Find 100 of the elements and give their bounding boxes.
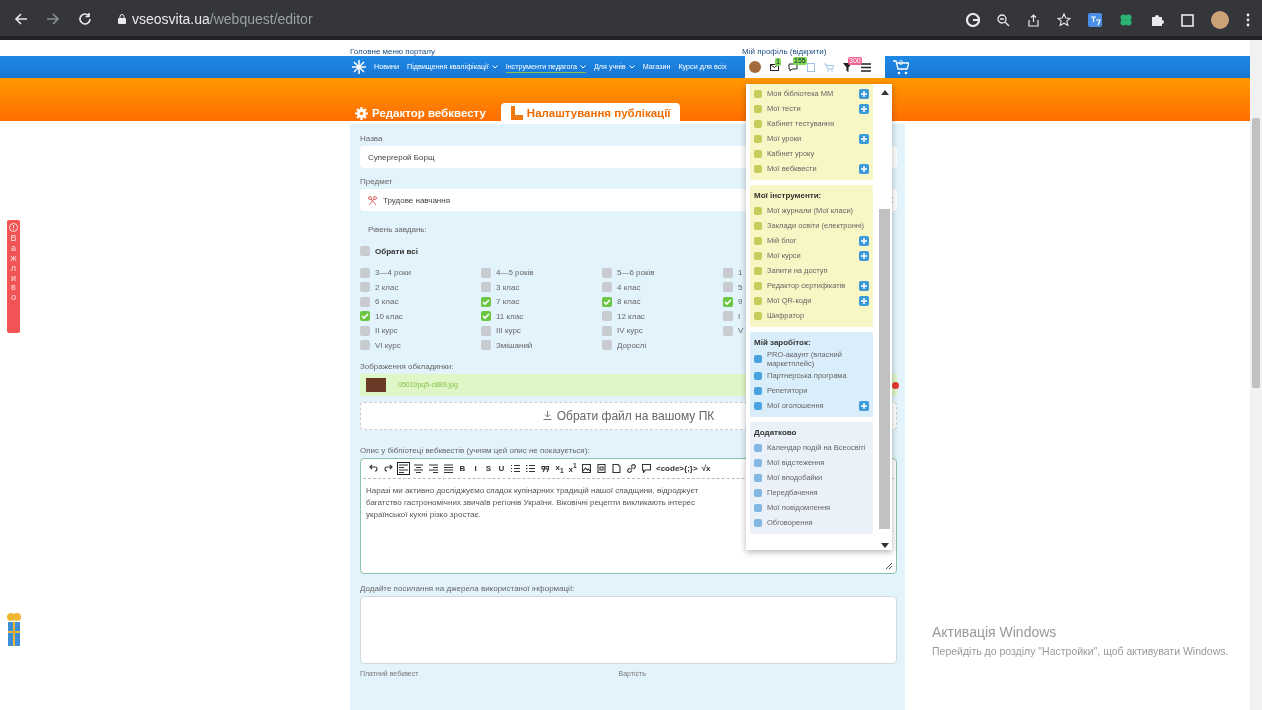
google-icon[interactable]: [966, 13, 980, 27]
checkbox[interactable]: [602, 296, 612, 307]
chat-icon[interactable]: [788, 63, 798, 71]
resize-grip-icon[interactable]: [885, 561, 892, 569]
checkbox-label[interactable]: 2 клас: [375, 282, 399, 292]
format-button[interactable]: U: [496, 461, 507, 475]
caret-icon[interactable]: [491, 64, 498, 69]
add-icon[interactable]: [859, 280, 869, 291]
checkbox-label[interactable]: 11 клас: [496, 311, 524, 321]
checkbox-label[interactable]: 5: [738, 282, 743, 292]
checkbox-label[interactable]: 7 клас: [496, 297, 520, 307]
user-avatar[interactable]: [749, 61, 761, 73]
checkbox-label[interactable]: V: [738, 326, 744, 336]
checkbox-label[interactable]: II курс: [375, 326, 398, 336]
checkbox-label[interactable]: 4—5 років: [496, 268, 534, 278]
add-icon[interactable]: [859, 235, 869, 246]
checkbox[interactable]: [602, 325, 612, 336]
toolbar-comment-button[interactable]: [640, 461, 653, 475]
checkbox[interactable]: [360, 340, 370, 351]
delete-dot-icon[interactable]: [892, 381, 899, 389]
caret-icon[interactable]: [580, 64, 586, 69]
add-icon[interactable]: [859, 103, 869, 114]
format-button[interactable]: S: [483, 461, 494, 475]
checkbox[interactable]: [481, 282, 491, 293]
reload-icon[interactable]: [78, 12, 92, 26]
checkbox[interactable]: [360, 325, 370, 336]
checkbox-label[interactable]: 8 клас: [617, 297, 641, 307]
checkbox[interactable]: [723, 267, 733, 278]
checkbox-label[interactable]: 5—6 років: [617, 268, 655, 278]
checkbox-label[interactable]: 1: [738, 268, 743, 278]
checkbox-label[interactable]: 10 клас: [375, 311, 403, 321]
share-icon[interactable]: [1027, 13, 1040, 27]
star-icon[interactable]: [1057, 13, 1071, 27]
caret-icon[interactable]: [628, 64, 635, 69]
forward-icon[interactable]: [46, 12, 60, 26]
checkbox-label[interactable]: 6 клас: [375, 297, 399, 307]
add-icon[interactable]: [859, 400, 869, 411]
select-all-label[interactable]: Обрати всі: [375, 246, 418, 256]
checkbox[interactable]: [481, 296, 491, 307]
checkbox[interactable]: [723, 325, 733, 336]
tab[interactable]: Налаштування публікації: [500, 103, 680, 123]
toolbar-justify-button[interactable]: [442, 461, 455, 475]
add-icon[interactable]: [859, 163, 869, 174]
checkbox-label[interactable]: 9: [738, 297, 743, 307]
kebab-menu-icon[interactable]: [1246, 13, 1250, 27]
checkbox[interactable]: [481, 340, 491, 351]
cart-icon[interactable]: [893, 59, 909, 75]
checkbox-label[interactable]: 3—4 роки: [375, 268, 411, 278]
scroll-up-icon[interactable]: [880, 90, 889, 95]
back-icon[interactable]: [14, 12, 28, 26]
zoom-icon[interactable]: [997, 13, 1010, 27]
checkbox[interactable]: [602, 340, 612, 351]
add-icon[interactable]: [859, 295, 869, 306]
checkbox[interactable]: [360, 296, 370, 307]
sources-input-field[interactable]: [360, 595, 897, 664]
puzzle-icon[interactable]: [1150, 13, 1164, 27]
toolbar-link-button[interactable]: [625, 461, 638, 475]
checkbox[interactable]: [481, 325, 491, 336]
mail-icon[interactable]: [770, 63, 779, 71]
format-button[interactable]: I: [470, 461, 481, 475]
toolbar-align-left-button[interactable]: [397, 461, 410, 475]
checkbox[interactable]: [481, 267, 491, 278]
checkbox[interactable]: [602, 267, 612, 278]
checkbox-label[interactable]: VI курс: [375, 340, 401, 350]
clover-icon[interactable]: [1119, 13, 1133, 27]
checkbox[interactable]: [360, 267, 370, 278]
checkbox-label[interactable]: Дорослі: [617, 340, 647, 350]
checkbox[interactable]: [360, 311, 370, 322]
format-button[interactable]: x$^{1}$: [567, 461, 578, 475]
scroll-down-icon[interactable]: [880, 543, 889, 548]
format-button[interactable]: B: [457, 461, 468, 475]
toolbar-align-right-button[interactable]: [427, 461, 440, 475]
checkbox[interactable]: [723, 282, 733, 293]
checkbox[interactable]: [481, 311, 491, 322]
page-scrollbar[interactable]: [1250, 40, 1262, 710]
important-side-tab[interactable]: Важливо: [7, 220, 20, 333]
checkbox-label[interactable]: III курс: [496, 326, 521, 336]
checkbox[interactable]: [602, 311, 612, 322]
checkbox-label[interactable]: 4 клас: [617, 282, 641, 292]
format-button[interactable]: √x: [700, 461, 712, 475]
toolbar-page-button[interactable]: [610, 461, 623, 475]
checkbox[interactable]: [360, 246, 370, 257]
add-icon[interactable]: [859, 250, 869, 261]
add-icon[interactable]: [859, 88, 869, 99]
snowflake-logo-icon[interactable]: [352, 60, 366, 74]
checkbox[interactable]: [602, 282, 612, 293]
window-icon[interactable]: [1181, 13, 1194, 27]
format-button[interactable]: x$_{1}$: [554, 461, 565, 475]
checkbox[interactable]: [723, 311, 733, 322]
format-button[interactable]: <code>{;}>: [655, 461, 699, 475]
toolbar-file-button[interactable]: [595, 461, 608, 475]
add-icon[interactable]: [859, 133, 869, 144]
profile-avatar[interactable]: [1211, 11, 1229, 29]
checkbox[interactable]: [360, 282, 370, 293]
checkbox-label[interactable]: Змішаний: [496, 340, 533, 350]
hamburger-menu-icon[interactable]: [861, 62, 871, 72]
checkbox-label[interactable]: 12 клас: [617, 311, 645, 321]
checkbox-label[interactable]: I: [738, 311, 741, 321]
checkbox[interactable]: [723, 296, 733, 307]
translate-icon[interactable]: [1088, 13, 1102, 27]
